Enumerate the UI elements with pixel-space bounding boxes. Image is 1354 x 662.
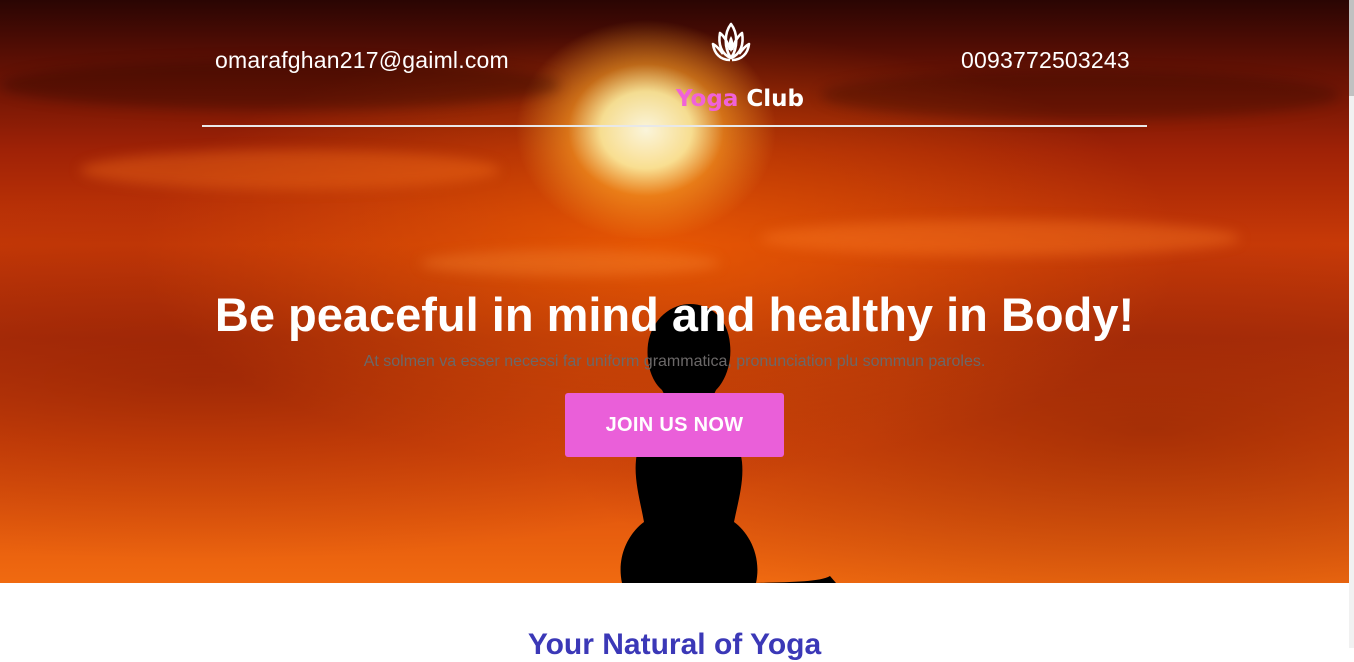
hero-section: omarafghan217@gaiml.com Yoga Club 009377… [0, 0, 1349, 583]
lotus-icon [711, 22, 751, 62]
page-scrollbar[interactable] [1349, 0, 1354, 648]
hero-headline: Be peaceful in mind and healthy in Body! [214, 288, 1135, 341]
cloud [420, 250, 720, 276]
logo-word-club: Club [746, 86, 804, 112]
site-logo[interactable]: Yoga Club [670, 20, 810, 112]
logo-word-yoga: Yoga [676, 86, 739, 112]
header-divider [202, 125, 1147, 127]
scrollbar-thumb[interactable] [1349, 0, 1354, 96]
logo-text: Yoga Club [670, 86, 810, 112]
header-phone[interactable]: 0093772503243 [961, 47, 1130, 74]
cloud [760, 220, 1240, 256]
join-us-button[interactable]: JOIN US NOW [565, 393, 784, 457]
cloud [80, 150, 500, 190]
section-title: Your Natural of Yoga [527, 628, 822, 661]
hero-subtext: At solmen va esser necessi far uniform g… [363, 353, 986, 370]
cloud [820, 70, 1340, 120]
header-email[interactable]: omarafghan217@gaiml.com [215, 47, 509, 74]
